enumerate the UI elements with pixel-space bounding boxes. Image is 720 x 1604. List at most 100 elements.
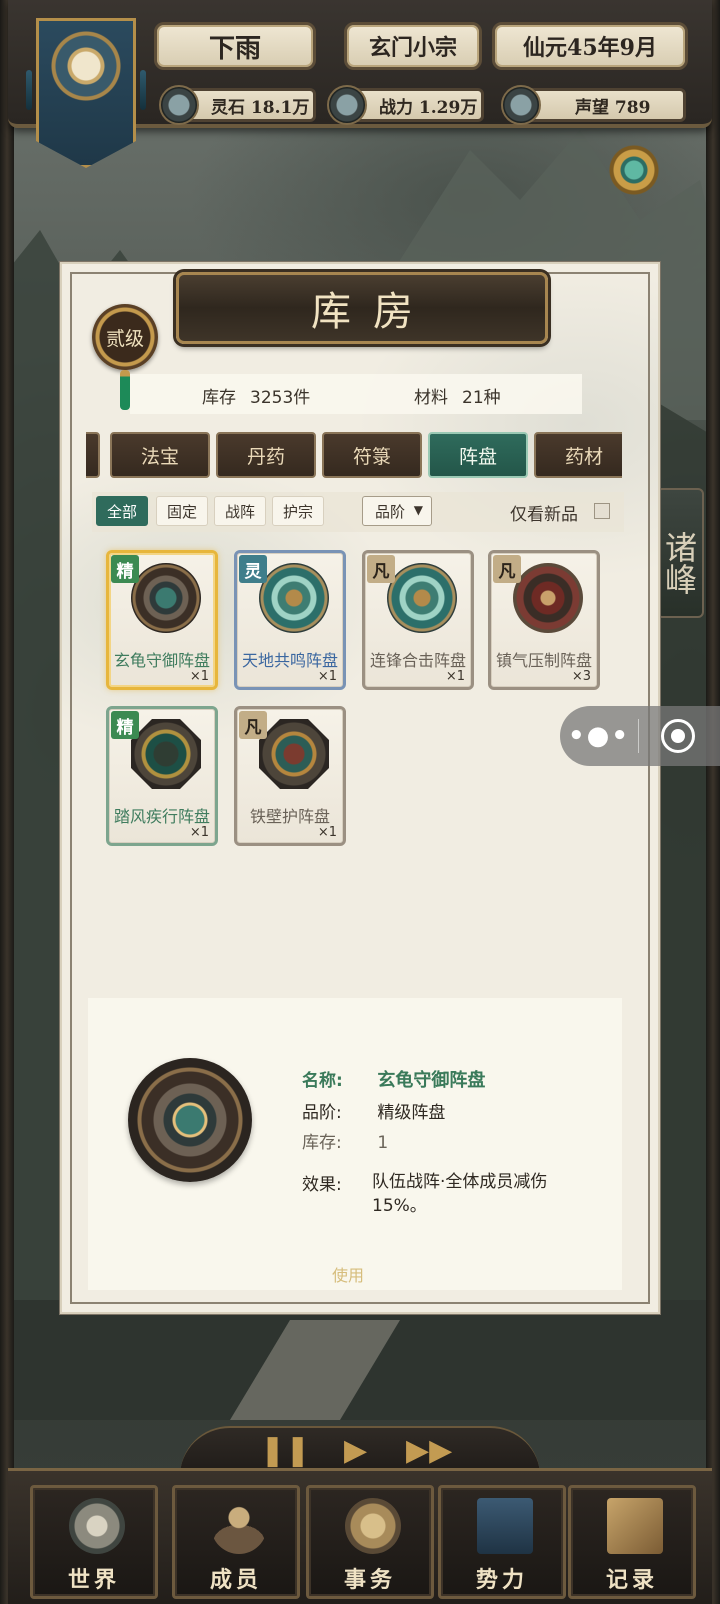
warehouse-panel: 库房 贰级 库存 3253件 材料 21种 法宝 丹药 符箓 阵盘 药材 全部 … — [60, 262, 660, 1314]
fast-forward-icon[interactable]: ▶▶ — [406, 1436, 452, 1466]
grade-badge: 凡 — [239, 711, 267, 739]
jade-pendant-icon — [120, 370, 130, 410]
item-name: 踏风疾行阵盘 — [113, 807, 210, 826]
nav-affairs[interactable]: 事务 — [306, 1485, 434, 1599]
prestige-orb-icon — [501, 85, 541, 125]
item-qty: ×3 — [571, 669, 591, 684]
spirit-stone-value: 灵石 18.1万 — [211, 97, 310, 118]
use-button[interactable]: 使用 — [332, 1262, 364, 1286]
power-stat[interactable]: 战力 1.29万 — [327, 85, 484, 125]
formation-disc-icon — [513, 563, 583, 633]
new-only-label: 仅看新品 — [510, 505, 578, 525]
grade-badge: 凡 — [493, 555, 521, 583]
frame-left — [0, 0, 14, 1604]
stock-label: 库存 — [202, 388, 236, 408]
scroll-icon — [345, 1498, 401, 1554]
item-card[interactable]: 精 玄龟守御阵盘 ×1 — [106, 550, 218, 690]
tab-talismans[interactable]: 符箓 — [322, 432, 422, 478]
filter-all[interactable]: 全部 — [96, 496, 149, 526]
side-tab-peaks[interactable]: 诸峰 — [656, 488, 704, 618]
nav-label: 记录 — [605, 1567, 658, 1593]
trident-icon — [327, 85, 367, 125]
frame-right — [706, 0, 720, 1604]
tab-pills[interactable]: 丹药 — [216, 432, 316, 478]
sect-name-plate: 玄门小宗 — [344, 22, 482, 70]
tab-formation-discs[interactable]: 阵盘 — [428, 432, 528, 478]
item-name: 连锋合击阵盘 — [369, 651, 466, 670]
item-qty: ×1 — [445, 669, 465, 684]
close-target-icon[interactable] — [661, 719, 695, 753]
nav-factions[interactable]: 势力 — [438, 1485, 566, 1599]
member-icon — [211, 1498, 267, 1554]
formation-disc-icon — [259, 719, 329, 789]
stock-value: 3253件 — [250, 388, 311, 408]
item-name: 天地共鸣阵盘 — [241, 651, 338, 670]
filter-battle[interactable]: 战阵 — [214, 496, 267, 526]
sect-emblem-icon — [50, 30, 122, 102]
grade-badge: 精 — [111, 555, 139, 583]
book-icon — [607, 1498, 663, 1554]
nav-records[interactable]: 记录 — [568, 1485, 696, 1599]
item-card[interactable]: 凡 连锋合击阵盘 ×1 — [362, 550, 474, 690]
detail-stock-value: 1 — [377, 1133, 389, 1153]
pause-icon[interactable]: ❚❚ — [260, 1436, 310, 1466]
more-menu-icon[interactable]: •●• — [560, 721, 638, 751]
formation-disc-icon — [131, 719, 201, 789]
formation-disc-icon — [131, 563, 201, 633]
tab-herbs[interactable]: 药材 — [534, 432, 622, 478]
grade-badge: 灵 — [239, 555, 267, 583]
detail-effect-key: 效果: — [302, 1175, 342, 1195]
play-icon[interactable]: ▶ — [344, 1436, 367, 1466]
detail-stock-key: 库存: — [302, 1133, 342, 1153]
nav-label: 势力 — [475, 1567, 528, 1593]
banner-tassel — [26, 70, 32, 110]
tab-hidden-prev[interactable] — [86, 432, 100, 478]
material-value: 21种 — [462, 388, 501, 408]
filter-fixed[interactable]: 固定 — [156, 496, 209, 526]
panel-title: 库房 — [176, 272, 548, 344]
nav-world[interactable]: 世界 — [30, 1485, 158, 1599]
filter-guard[interactable]: 护宗 — [272, 496, 325, 526]
power-value: 战力 1.29万 — [379, 97, 478, 118]
item-card[interactable]: 凡 镇气压制阵盘 ×3 — [488, 550, 600, 690]
spirit-stone-icon — [159, 85, 199, 125]
prestige-value: 声望 789 — [575, 97, 651, 118]
item-qty: ×1 — [317, 825, 337, 840]
caret-down-icon: ▼ — [413, 503, 423, 517]
detail-grade-key: 品阶: — [302, 1103, 342, 1123]
formation-disc-icon — [259, 563, 329, 633]
detail-name-key: 名称: — [302, 1071, 343, 1091]
date-plate: 仙元45年9月 — [492, 22, 688, 70]
spirit-stone-stat[interactable]: 灵石 18.1万 — [159, 85, 316, 125]
new-only-checkbox[interactable] — [594, 503, 610, 519]
tab-treasure[interactable]: 法宝 — [110, 432, 210, 478]
material-label: 材料 — [414, 388, 448, 408]
item-card[interactable]: 灵 天地共鸣阵盘 ×1 — [234, 550, 346, 690]
formation-disc-large-icon — [128, 1058, 252, 1182]
item-name: 铁壁护阵盘 — [249, 807, 330, 826]
item-name: 镇气压制阵盘 — [495, 651, 592, 670]
category-tabs: 法宝 丹药 符箓 阵盘 药材 — [86, 432, 622, 478]
detail-name-value: 玄龟守御阵盘 — [377, 1070, 486, 1091]
grade-select-label: 品阶 — [375, 502, 406, 521]
nav-label: 成员 — [209, 1567, 262, 1593]
bottom-navigation: 世界 成员 事务 势力 记录 — [8, 1468, 712, 1604]
nav-label: 世界 — [67, 1567, 120, 1593]
world-icon — [69, 1498, 125, 1554]
item-detail-panel: 名称: 玄龟守御阵盘 品阶: 精级阵盘 库存: 1 效果: 队伍战阵·全体成员减… — [88, 998, 622, 1290]
item-card[interactable]: 精 踏风疾行阵盘 ×1 — [106, 706, 218, 846]
item-qty: ×1 — [189, 669, 209, 684]
nav-label: 事务 — [343, 1567, 396, 1593]
grade-badge: 精 — [111, 711, 139, 739]
grade-select[interactable]: 品阶 ▼ — [362, 496, 432, 526]
capsule-divider — [638, 719, 639, 753]
banner-tassel — [140, 70, 146, 110]
formation-disc-icon — [387, 563, 457, 633]
item-card[interactable]: 凡 铁壁护阵盘 ×1 — [234, 706, 346, 846]
settings-gear-icon[interactable] — [608, 144, 660, 196]
item-name: 玄龟守御阵盘 — [113, 651, 210, 670]
prestige-stat[interactable]: 声望 789 — [501, 85, 686, 125]
faction-banner-icon — [477, 1498, 533, 1554]
nav-members[interactable]: 成员 — [172, 1485, 300, 1599]
stock-summary: 库存 3253件 材料 21种 — [130, 374, 582, 414]
